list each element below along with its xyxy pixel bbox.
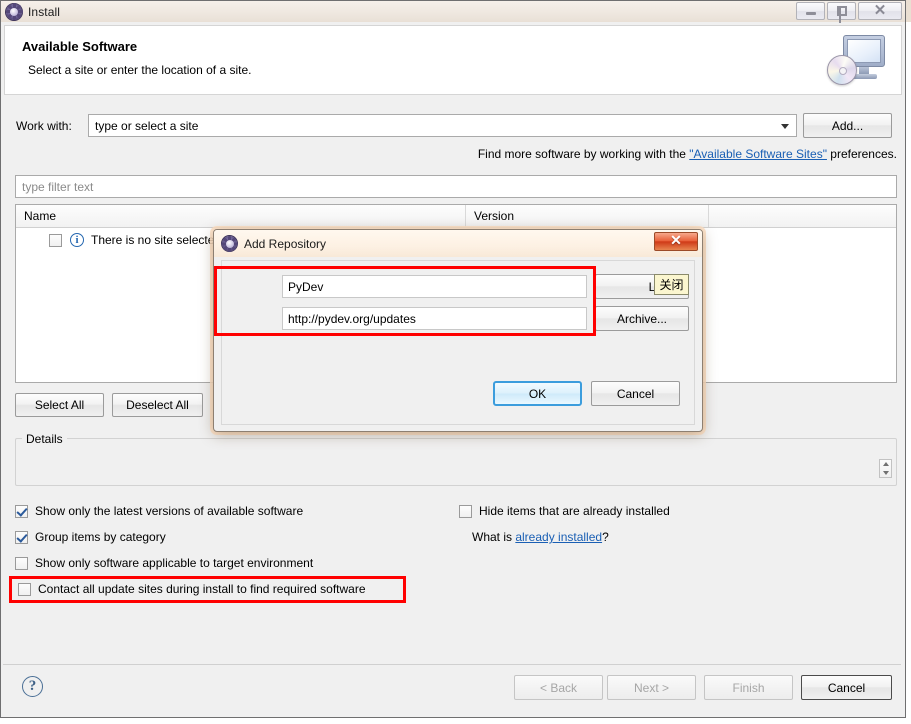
- option-applicable-target-environment[interactable]: Show only software applicable to target …: [15, 556, 313, 570]
- row-checkbox[interactable]: [49, 234, 62, 247]
- option-label: Show only software applicable to target …: [35, 556, 313, 570]
- what-is-suffix: ?: [602, 530, 609, 544]
- checkbox[interactable]: [15, 505, 28, 518]
- work-with-combo[interactable]: type or select a site: [88, 114, 797, 137]
- checkbox[interactable]: [15, 531, 28, 544]
- find-more-software-text: Find more software by working with the "…: [478, 147, 897, 161]
- back-button[interactable]: < Back: [514, 675, 603, 700]
- next-button[interactable]: Next >: [607, 675, 696, 700]
- dialog-cancel-button[interactable]: Cancel: [591, 381, 680, 406]
- option-hide-already-installed[interactable]: Hide items that are already installed: [459, 504, 670, 518]
- close-icon[interactable]: ✕: [654, 232, 698, 251]
- close-tooltip: 关闭: [654, 274, 689, 295]
- deselect-all-button[interactable]: Deselect All: [112, 393, 203, 417]
- spinner-up-icon[interactable]: [883, 462, 889, 466]
- gear-icon: [222, 236, 237, 251]
- option-show-latest-versions[interactable]: Show only the latest versions of availab…: [15, 504, 303, 518]
- column-header-name[interactable]: Name: [16, 205, 466, 227]
- location-input[interactable]: http://pydev.org/updates: [282, 307, 587, 330]
- ok-button[interactable]: OK: [493, 381, 582, 406]
- already-installed-link[interactable]: already installed: [515, 530, 602, 544]
- close-icon[interactable]: ✕: [858, 2, 902, 20]
- details-legend: Details: [22, 432, 67, 446]
- monitor-cd-icon: [827, 31, 889, 89]
- cancel-button[interactable]: Cancel: [801, 675, 892, 700]
- chevron-down-icon: [781, 124, 789, 129]
- info-icon: i: [70, 233, 84, 247]
- dialog-titlebar: Add Repository ✕: [214, 230, 702, 257]
- add-button[interactable]: Add...: [803, 113, 892, 138]
- select-all-button[interactable]: Select All: [15, 393, 104, 417]
- help-icon[interactable]: ?: [22, 676, 43, 697]
- option-label: Show only the latest versions of availab…: [35, 504, 303, 518]
- location-value: http://pydev.org/updates: [283, 312, 416, 326]
- table-header: Name Version: [16, 205, 896, 228]
- option-label: Contact all update sites during install …: [38, 582, 366, 596]
- filter-input[interactable]: type filter text: [15, 175, 897, 198]
- details-scroll-spinner[interactable]: [879, 459, 892, 478]
- page-subtitle: Select a site or enter the location of a…: [28, 63, 251, 77]
- archive-button[interactable]: Archive...: [595, 306, 689, 331]
- find-more-suffix: preferences.: [827, 147, 897, 161]
- work-with-value: type or select a site: [89, 119, 198, 133]
- minimize-icon[interactable]: [796, 2, 825, 20]
- window-titlebar: Install ✕: [1, 1, 905, 22]
- option-contact-all-update-sites[interactable]: Contact all update sites during install …: [18, 582, 366, 596]
- checkbox[interactable]: [18, 583, 31, 596]
- work-with-label: Work with:: [16, 119, 72, 133]
- spinner-down-icon[interactable]: [883, 471, 889, 475]
- name-value: PyDev: [283, 280, 323, 294]
- checkbox[interactable]: [15, 557, 28, 570]
- option-label: Hide items that are already installed: [479, 504, 670, 518]
- window-controls: ✕: [794, 2, 902, 20]
- what-is-already-installed: What is already installed?: [472, 530, 609, 544]
- find-more-prefix: Find more software by working with the: [478, 147, 689, 161]
- what-is-prefix: What is: [472, 530, 515, 544]
- finish-button[interactable]: Finish: [704, 675, 793, 700]
- dialog-title: Add Repository: [244, 237, 326, 251]
- available-software-sites-link[interactable]: "Available Software Sites": [689, 147, 827, 161]
- name-input[interactable]: PyDev: [282, 275, 587, 298]
- details-panel: [15, 438, 897, 486]
- option-group-by-category[interactable]: Group items by category: [15, 530, 166, 544]
- column-header-version[interactable]: Version: [466, 205, 709, 227]
- gear-icon: [6, 4, 22, 20]
- wizard-header: Available Software Select a site or ente…: [4, 25, 902, 95]
- filter-placeholder: type filter text: [16, 180, 93, 194]
- checkbox[interactable]: [459, 505, 472, 518]
- row-name: There is no site selected.: [91, 233, 224, 247]
- restore-icon[interactable]: [827, 2, 856, 20]
- page-title: Available Software: [22, 39, 137, 54]
- window-title: Install: [28, 5, 60, 19]
- column-header-extra[interactable]: [709, 205, 896, 227]
- option-label: Group items by category: [35, 530, 166, 544]
